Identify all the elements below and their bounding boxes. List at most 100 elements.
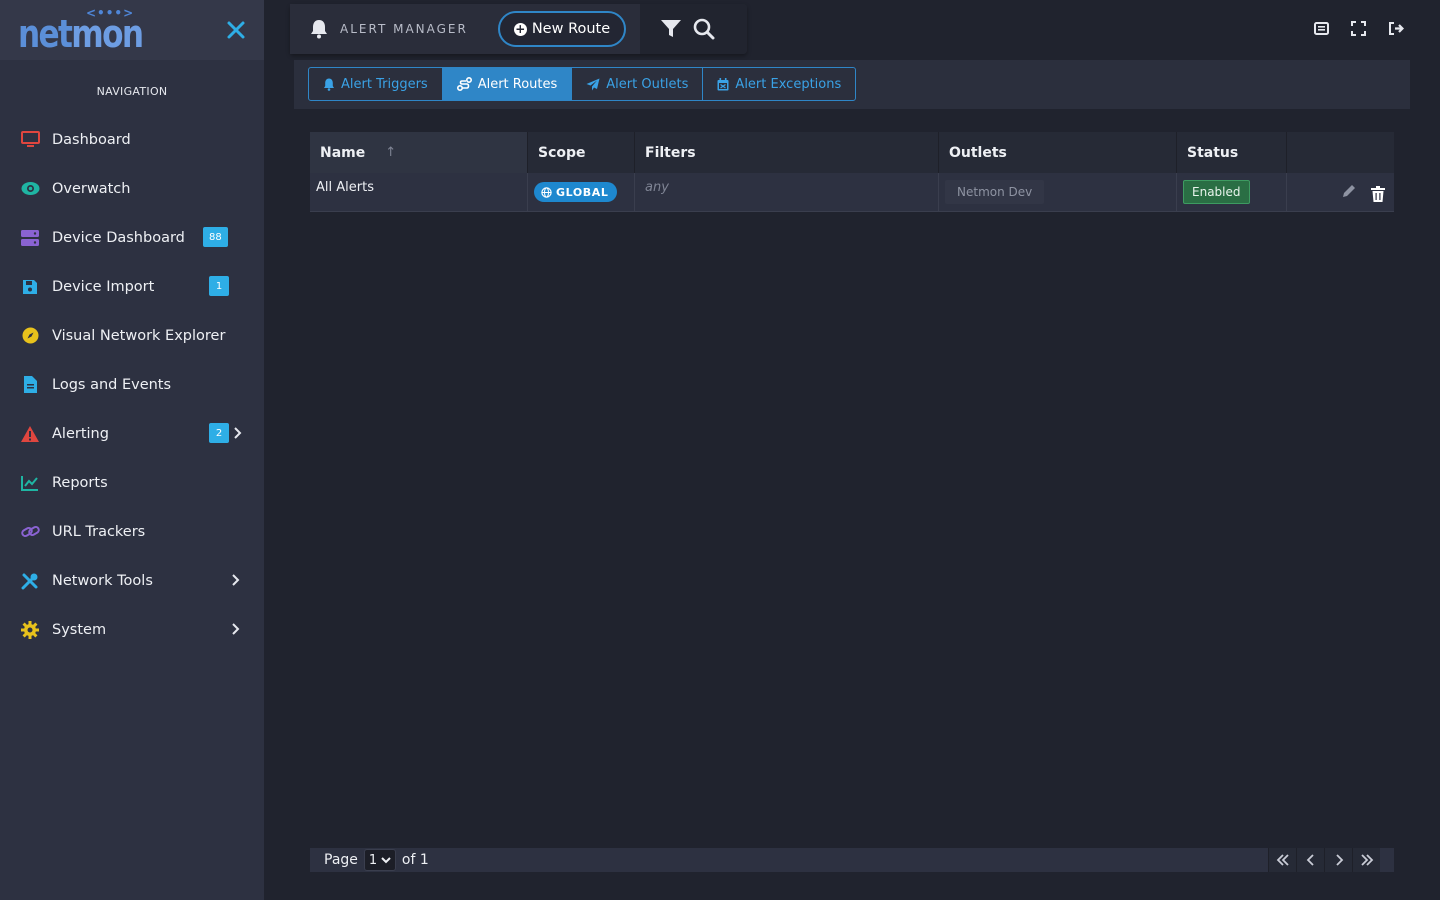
scope-badge: GLOBAL	[534, 182, 617, 202]
search-icon[interactable]	[693, 18, 715, 40]
trash-icon[interactable]	[1371, 185, 1385, 202]
sidebar-item-visual-network-explorer[interactable]: Visual Network Explorer	[0, 311, 264, 360]
pager-nav	[1268, 848, 1380, 872]
column-header-scope[interactable]: Scope	[528, 132, 635, 173]
close-sidebar-button[interactable]	[224, 16, 248, 44]
sidebar-item-alerting[interactable]: Alerting 2	[0, 409, 264, 458]
save-icon	[23, 279, 37, 294]
sidebar-item-label: Device Dashboard	[52, 229, 185, 246]
window-controls	[1313, 20, 1404, 37]
alert-routes-table: Name ↑ Scope Filters Outlets Status All …	[310, 132, 1394, 212]
chevron-right-icon	[232, 574, 240, 586]
file-icon	[23, 376, 37, 393]
tools-icon	[21, 573, 38, 589]
column-label: Status	[1187, 144, 1239, 161]
warning-icon	[21, 425, 39, 442]
scope-label: GLOBAL	[556, 185, 609, 199]
table-row[interactable]: All Alerts GLOBAL any Netmon Dev Enabled	[310, 173, 1394, 212]
eye-icon	[21, 182, 39, 195]
sidebar-item-label: Device Import	[52, 278, 155, 295]
sidebar-item-device-import[interactable]: Device Import 1	[0, 262, 264, 311]
last-page-button[interactable]	[1352, 848, 1380, 872]
toolbar-divider	[630, 4, 640, 54]
prev-page-button[interactable]	[1296, 848, 1324, 872]
column-label: Name	[320, 144, 366, 161]
chevron-right-icon	[232, 623, 240, 635]
monitor-icon	[20, 131, 40, 147]
sidebar-item-overwatch[interactable]: Overwatch	[0, 164, 264, 213]
fullscreen-icon[interactable]	[1350, 20, 1367, 37]
chevron-down-icon	[381, 857, 391, 864]
page-title: ALERT MANAGER	[340, 22, 468, 36]
column-header-actions	[1287, 132, 1394, 173]
bell-icon	[324, 78, 334, 91]
close-icon	[227, 21, 245, 39]
line-chart-icon	[21, 475, 38, 491]
filters-value: any	[645, 180, 669, 195]
sidebar-item-label: Logs and Events	[52, 376, 172, 393]
sidebar-item-label: Alerting	[52, 425, 109, 442]
send-icon	[586, 78, 600, 90]
tab-label: Alert Routes	[477, 76, 558, 92]
next-page-button[interactable]	[1324, 848, 1352, 872]
sidebar-item-url-trackers[interactable]: URL Trackers	[0, 507, 264, 556]
tab-alert-routes[interactable]: Alert Routes	[442, 68, 573, 100]
first-page-button[interactable]	[1268, 848, 1296, 872]
sidebar-item-logs-and-events[interactable]: Logs and Events	[0, 360, 264, 409]
route-name: All Alerts	[310, 173, 528, 211]
gear-icon	[21, 620, 39, 639]
status-badge: Enabled	[1183, 180, 1250, 204]
sidebar-item-reports[interactable]: Reports	[0, 458, 264, 507]
tab-alert-exceptions[interactable]: Alert Exceptions	[703, 68, 855, 100]
column-header-status[interactable]: Status	[1177, 132, 1287, 173]
column-label: Filters	[645, 144, 696, 161]
sidebar-item-label: Dashboard	[52, 131, 131, 148]
table-header: Name ↑ Scope Filters Outlets Status	[310, 132, 1394, 173]
column-label: Outlets	[949, 144, 1007, 161]
netmon-logo[interactable]: <•••> netmon	[18, 6, 144, 54]
filters-cell: any	[635, 173, 939, 211]
brand-bar: <•••> netmon	[0, 0, 264, 60]
sidebar-item-label: URL Trackers	[52, 523, 146, 540]
alert-count-badge: 2	[209, 423, 229, 443]
tab-alert-triggers[interactable]: Alert Triggers	[309, 68, 443, 100]
new-route-button[interactable]: + New Route	[498, 11, 626, 47]
sort-asc-icon: ↑	[385, 145, 397, 160]
import-count-badge: 1	[209, 276, 229, 296]
sidebar-item-system[interactable]: System	[0, 605, 264, 654]
chevrons-left-icon	[1276, 854, 1289, 866]
sidebar-item-device-dashboard[interactable]: Device Dashboard 88	[0, 213, 264, 262]
sidebar-item-dashboard[interactable]: Dashboard	[0, 115, 264, 164]
module-toolbar: ALERT MANAGER + New Route	[290, 4, 747, 54]
chevron-left-icon	[1306, 854, 1314, 866]
alert-tabs: Alert Triggers Alert Routes Alert Outlet…	[308, 67, 857, 101]
chevron-right-icon	[1335, 854, 1343, 866]
sidebar-item-network-tools[interactable]: Network Tools	[0, 556, 264, 605]
tab-alert-outlets[interactable]: Alert Outlets	[572, 68, 704, 100]
tab-label: Alert Exceptions	[735, 76, 842, 92]
column-label: Scope	[538, 144, 586, 161]
compass-icon	[22, 327, 38, 344]
column-header-outlets[interactable]: Outlets	[939, 132, 1177, 173]
server-icon	[21, 229, 39, 246]
logout-icon[interactable]	[1387, 20, 1404, 37]
edit-pencil-icon[interactable]	[1341, 183, 1357, 199]
outlets-cell: Netmon Dev	[939, 173, 1177, 211]
tab-label: Alert Outlets	[606, 76, 689, 92]
column-header-filters[interactable]: Filters	[635, 132, 939, 173]
newspaper-icon[interactable]	[1313, 20, 1330, 37]
filter-icon[interactable]	[660, 19, 682, 39]
sidebar-item-label: Reports	[52, 474, 108, 491]
globe-icon	[541, 186, 552, 198]
tabs-panel: Alert Triggers Alert Routes Alert Outlet…	[294, 60, 1410, 109]
module-title: ALERT MANAGER	[290, 4, 494, 54]
new-route-wrap: + New Route	[494, 4, 630, 54]
sidebar-item-label: Overwatch	[52, 180, 131, 197]
column-header-name[interactable]: Name ↑	[310, 132, 528, 173]
page-count-label: of 1	[401, 852, 429, 868]
page-label: Page	[324, 852, 358, 868]
route-icon	[456, 77, 472, 91]
page-select[interactable]: 1	[363, 849, 396, 871]
page-select-value: 1	[368, 852, 378, 868]
toolbar-tools	[640, 4, 747, 54]
